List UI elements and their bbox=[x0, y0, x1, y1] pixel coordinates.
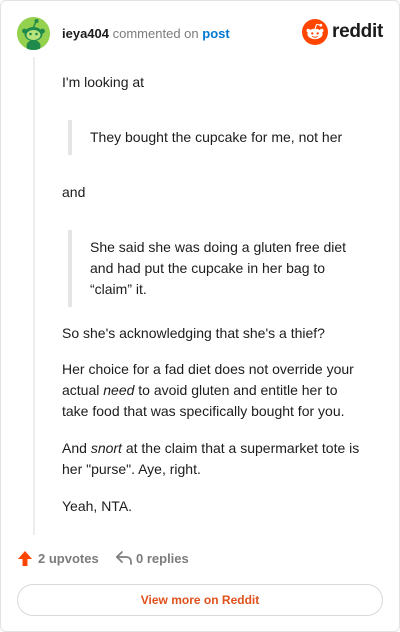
comment-byline: ieya404 commented on post bbox=[62, 26, 230, 42]
comment-paragraph: Her choice for a fad diet does not overr… bbox=[62, 359, 362, 422]
reddit-logo-icon bbox=[302, 19, 329, 45]
reply-button[interactable]: 0 replies bbox=[115, 550, 189, 566]
reddit-wordmark: reddit bbox=[332, 21, 383, 42]
thread-line[interactable] bbox=[33, 57, 35, 535]
comment-embed-card: ieya404 commented on post reddit I'm loo… bbox=[0, 0, 400, 632]
comment-paragraph: I'm looking at bbox=[62, 74, 145, 90]
comment-paragraph: and bbox=[62, 184, 86, 200]
comment-body: I'm looking at They bought the cupcake f… bbox=[62, 72, 362, 517]
comment-header: ieya404 commented on post reddit bbox=[17, 16, 383, 52]
emphasis-text: need bbox=[103, 382, 135, 398]
post-link[interactable]: post bbox=[202, 26, 229, 41]
upvote-count: 2 upvotes bbox=[38, 551, 99, 566]
comment-footer: 2 upvotes 0 replies bbox=[17, 550, 383, 570]
view-more-button[interactable]: View more on Reddit bbox=[17, 584, 383, 616]
emphasis-text: snort bbox=[90, 440, 122, 456]
reply-arrow-icon bbox=[115, 551, 132, 565]
upvote-arrow-icon bbox=[18, 551, 32, 566]
comment-paragraph: Yeah, NTA. bbox=[62, 498, 133, 514]
blockquote: They bought the cupcake for me, not her bbox=[68, 120, 362, 155]
comment-paragraph: And snort at the claim that a supermarke… bbox=[62, 438, 362, 480]
reddit-logo[interactable]: reddit bbox=[302, 19, 383, 45]
quote-text: They bought the cupcake for me, not her bbox=[90, 129, 343, 145]
text-segment: And bbox=[62, 440, 91, 456]
comment-paragraph: So she's acknowledging that she's a thie… bbox=[62, 325, 325, 341]
upvote-button[interactable]: 2 upvotes bbox=[17, 550, 99, 567]
blockquote: She said she was doing a gluten free die… bbox=[68, 230, 362, 307]
snoo-avatar-icon[interactable] bbox=[17, 17, 50, 50]
reply-count: 0 replies bbox=[136, 550, 189, 566]
username-link[interactable]: ieya404 bbox=[62, 26, 109, 41]
byline-action-text: commented on bbox=[112, 26, 199, 41]
quote-text: She said she was doing a gluten free die… bbox=[90, 239, 347, 297]
